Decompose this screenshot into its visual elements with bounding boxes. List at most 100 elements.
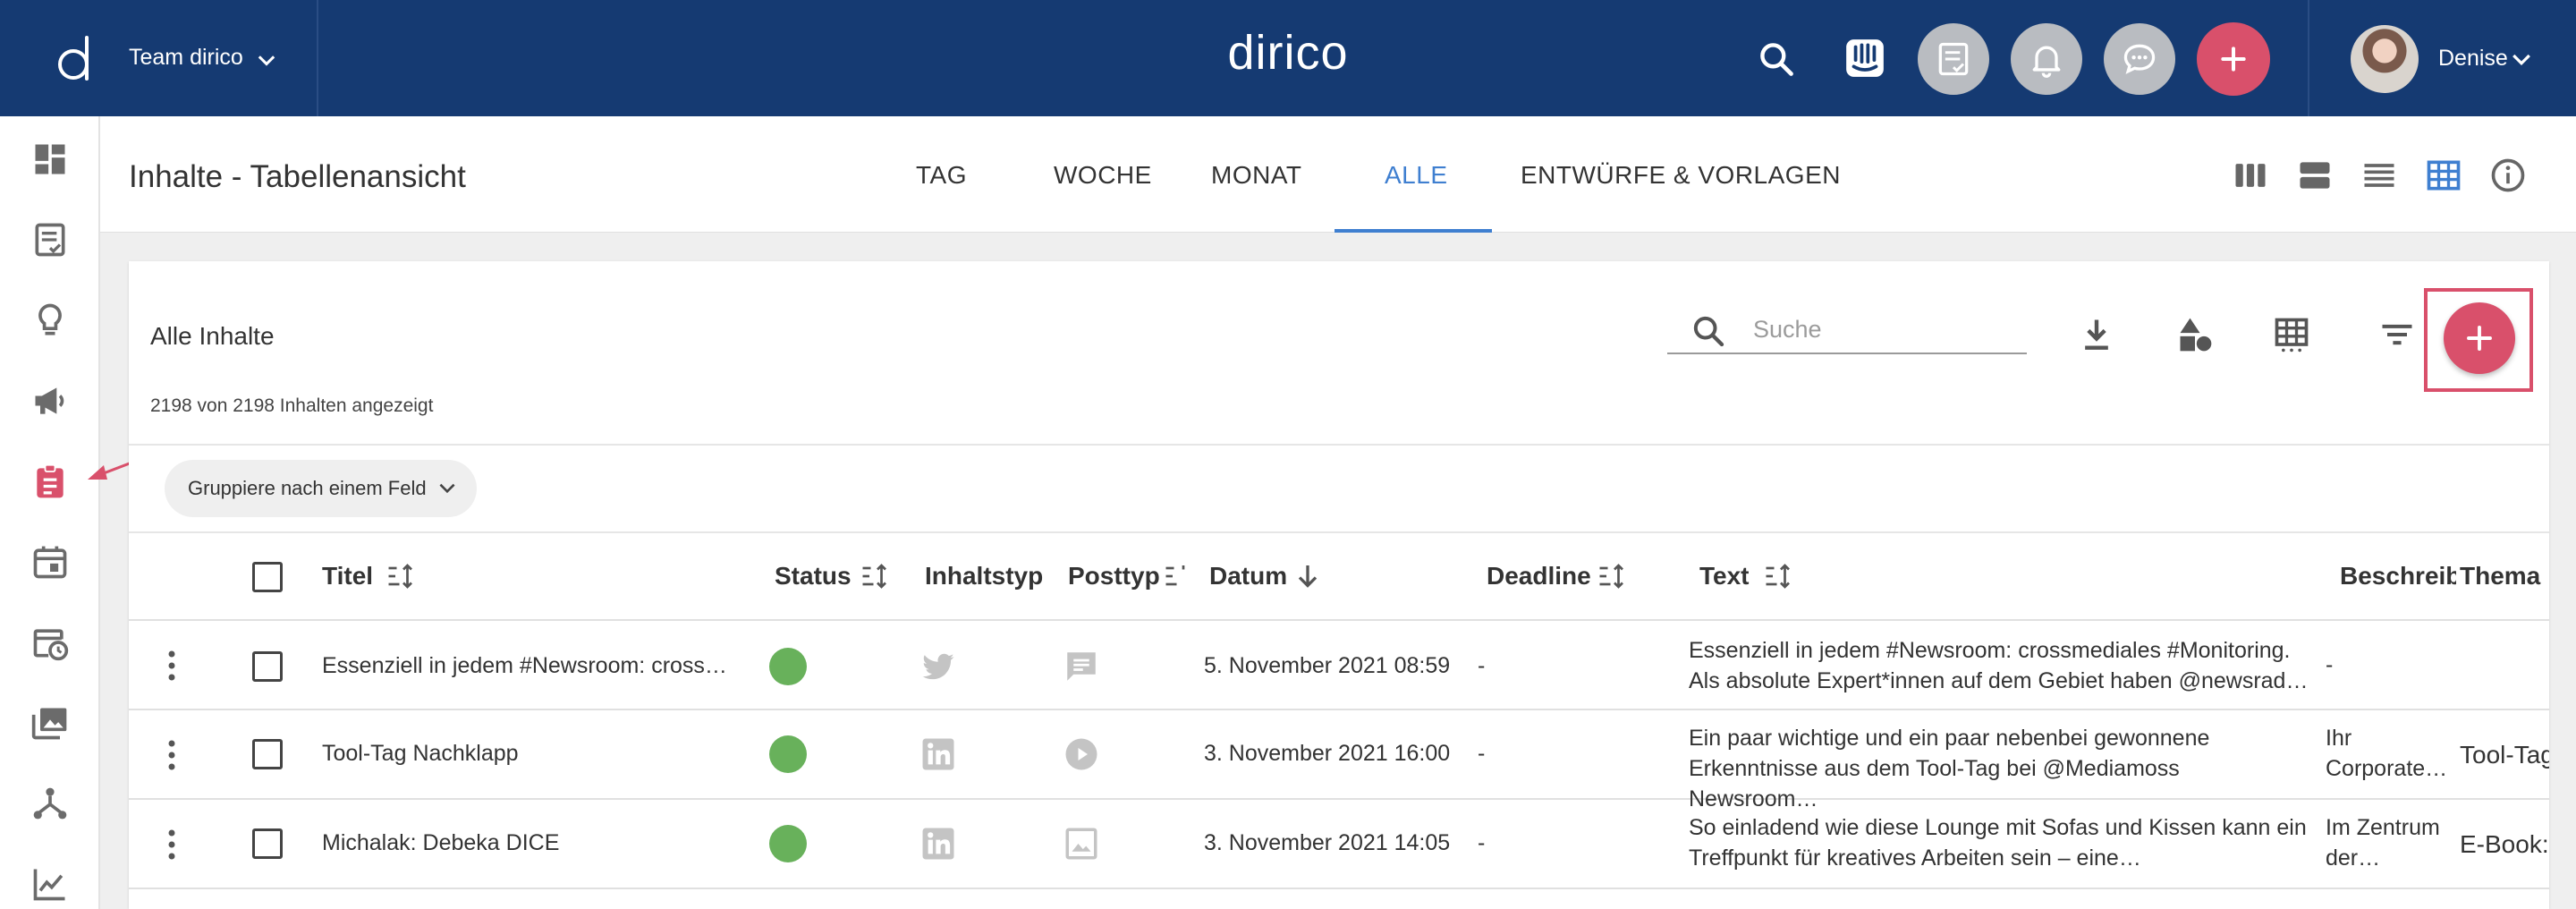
sort-icon[interactable] [385, 560, 417, 592]
search-icon[interactable] [1757, 39, 1796, 79]
more-vert-icon[interactable] [166, 650, 177, 682]
table-header: Titel Status Inhaltstyp Posttyp Datum De… [129, 533, 2549, 621]
calendar-clock-icon[interactable] [30, 623, 70, 662]
row-checkbox[interactable] [252, 651, 283, 682]
sort-icon[interactable] [859, 560, 891, 592]
row-topic: Tool-Tag [2460, 741, 2549, 769]
row-date: 3. November 2021 16:00 [1204, 741, 1451, 766]
clipboard-icon[interactable] [30, 462, 70, 501]
row-topic: E-Book: [2460, 830, 2549, 858]
row-title[interactable]: Michalak: Debeka DICE [322, 830, 751, 856]
search-field[interactable] [1667, 306, 2027, 354]
team-switcher[interactable]: Team dirico [0, 0, 318, 116]
info-icon[interactable] [2488, 156, 2528, 195]
row-checkbox[interactable] [252, 828, 283, 859]
row-description: Ihr Corporate… [2326, 726, 2448, 781]
content-list-icon[interactable] [30, 220, 70, 259]
user-divider [2308, 0, 2309, 116]
chevron-down-icon [439, 483, 455, 494]
tab-alle[interactable]: ALLE [1385, 161, 1448, 190]
dashboard-icon[interactable] [30, 140, 70, 179]
filter-icon[interactable] [2377, 315, 2417, 354]
dirico-logo-icon [58, 36, 89, 81]
search-input[interactable] [1753, 311, 2012, 347]
linkedin-icon [922, 828, 954, 860]
avatar[interactable] [2351, 25, 2419, 93]
card-view-icon[interactable] [2295, 156, 2334, 195]
task-list-icon [1938, 42, 1969, 76]
row-checkbox[interactable] [252, 739, 283, 769]
table-view-icon[interactable] [2424, 156, 2463, 195]
create-button[interactable] [2197, 22, 2270, 96]
top-bar: Team dirico dirico Denise [0, 0, 2576, 116]
notifications-button[interactable] [2011, 23, 2082, 95]
row-title[interactable]: Essenziell in jedem #Newsroom: cross… [322, 653, 751, 679]
shapes-icon[interactable] [2175, 315, 2215, 354]
column-content-type[interactable]: Inhaltstyp [925, 562, 1050, 590]
status-indicator [769, 735, 807, 773]
column-date[interactable]: Datum [1209, 562, 1287, 590]
tab-entwuerfe-vorlagen[interactable]: ENTWÜRFE & VORLAGEN [1521, 161, 1841, 190]
megaphone-icon[interactable] [30, 381, 70, 421]
search-icon [1693, 316, 1724, 347]
team-name[interactable]: Team dirico [129, 45, 243, 71]
chevron-down-icon[interactable] [254, 48, 279, 73]
column-post-type[interactable]: Posttyp [1068, 562, 1161, 590]
select-all-checkbox[interactable] [252, 562, 283, 592]
calendar-icon[interactable] [30, 542, 70, 582]
row-description: Im Zentrum der… [2326, 815, 2440, 871]
sort-icon[interactable] [1596, 560, 1628, 592]
row-title[interactable]: Tool-Tag Nachklapp [322, 741, 751, 767]
tab-tag[interactable]: TAG [916, 161, 967, 190]
column-text[interactable]: Text [1699, 562, 1750, 590]
chevron-down-icon[interactable] [2508, 47, 2535, 73]
row-deadline: - [1478, 653, 1486, 678]
sidebar [0, 116, 100, 909]
network-icon[interactable] [30, 784, 70, 823]
sub-header: Inhalte - Tabellenansicht TAG WOCHE MONA… [100, 116, 2576, 233]
user-name[interactable]: Denise [2438, 46, 2508, 72]
more-vert-icon[interactable] [166, 739, 177, 771]
row-date: 3. November 2021 14:05 [1204, 830, 1451, 855]
table-columns-icon[interactable] [2272, 315, 2311, 354]
table-row[interactable]: Essenziell in jedem #Newsroom: cross… 5.… [129, 621, 2549, 710]
messages-button[interactable] [2104, 23, 2175, 95]
column-deadline[interactable]: Deadline [1487, 562, 1591, 590]
column-view-icon[interactable] [2231, 156, 2270, 195]
table-row[interactable]: Tool-Tag Nachklapp 3. November 2021 16:0… [129, 710, 2549, 811]
column-status[interactable]: Status [775, 562, 852, 590]
row-description: - [2326, 652, 2334, 677]
sort-icon[interactable] [1762, 560, 1794, 592]
play-icon [1065, 738, 1097, 770]
more-vert-icon[interactable] [166, 828, 177, 861]
table-row[interactable]: Michalak: Debeka DICE 3. November 2021 1… [129, 800, 2549, 889]
media-library-icon[interactable] [30, 703, 70, 743]
tab-monat[interactable]: MONAT [1211, 161, 1302, 190]
message-icon [1067, 652, 1096, 681]
column-topic[interactable]: Thema [2460, 562, 2549, 590]
add-content-button[interactable] [2444, 302, 2515, 374]
arrow-down-icon[interactable] [1292, 560, 1324, 592]
idea-bulb-icon[interactable] [30, 301, 70, 340]
list-view-icon[interactable] [2360, 156, 2399, 195]
analytics-icon[interactable] [30, 864, 70, 904]
column-description[interactable]: Beschreibu [2340, 562, 2456, 590]
row-text: Essenziell in jedem #Newsroom: crossmedi… [1689, 638, 2309, 693]
status-indicator [769, 648, 807, 685]
content-count: 2198 von 2198 Inhalten angezeigt [150, 395, 434, 416]
intercom-icon[interactable] [1843, 36, 1887, 81]
column-title[interactable]: Titel [322, 562, 373, 590]
status-indicator [769, 825, 807, 862]
plus-icon [2221, 47, 2246, 72]
plus-icon [2467, 326, 2492, 351]
bell-icon [2032, 46, 2061, 78]
sort-icon[interactable] [1163, 560, 1188, 592]
tasks-button[interactable] [1918, 23, 1989, 95]
active-tab-indicator [1335, 229, 1492, 233]
download-icon[interactable] [2077, 315, 2116, 354]
card-title: Alle Inhalte [150, 322, 275, 350]
image-icon [1065, 828, 1097, 860]
tab-woche[interactable]: WOCHE [1054, 161, 1152, 190]
group-by-field-dropdown[interactable]: Gruppiere nach einem Feld [165, 460, 477, 517]
twitter-icon [922, 653, 954, 680]
